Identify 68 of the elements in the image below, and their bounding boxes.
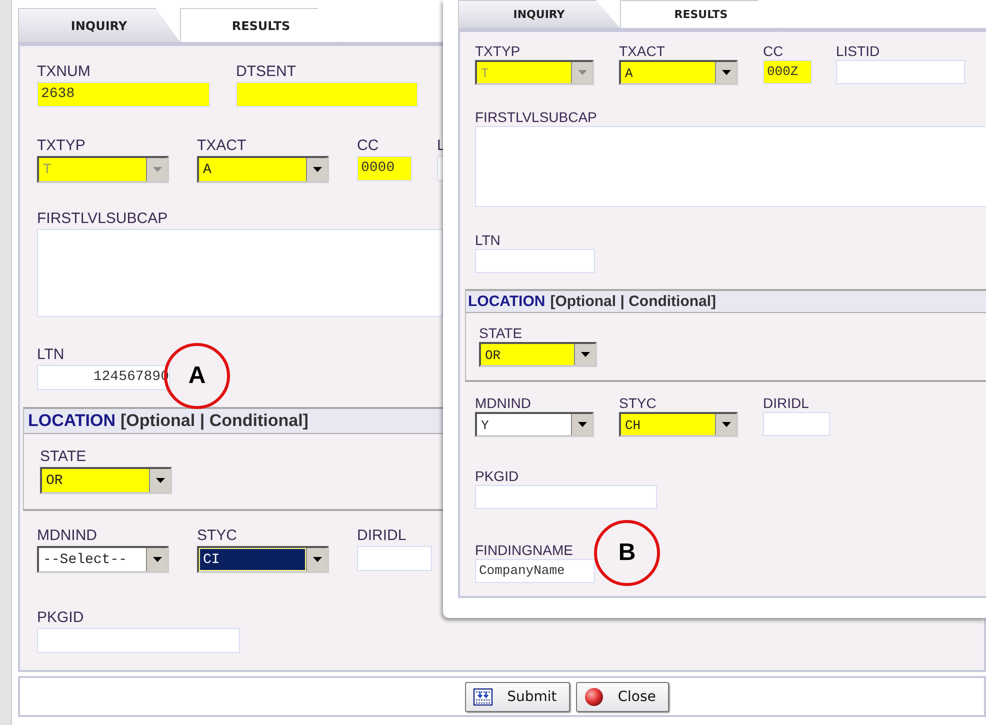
text-field[interactable] <box>836 60 965 84</box>
field-label: MDNIND <box>37 526 97 546</box>
field-label: STATE <box>40 447 86 467</box>
tab[interactable]: INQUIRY <box>458 0 620 28</box>
section-subtitle: [Optional | Conditional] <box>120 411 308 430</box>
field-label: LTN <box>475 232 500 249</box>
field-label: TXNUM <box>37 62 90 82</box>
dropdown[interactable]: A <box>197 156 329 183</box>
dropdown[interactable]: CH <box>619 412 738 437</box>
field-label: STATE <box>479 325 522 342</box>
field-label: CC <box>763 43 784 60</box>
section-subtitle: [Optional | Conditional] <box>550 293 716 310</box>
text-field[interactable]: 000Z <box>763 60 812 84</box>
field-label: FIRSTLVLSUBCAP <box>475 109 597 126</box>
field-label: TXACT <box>197 136 246 156</box>
field-label: LTN <box>37 345 64 365</box>
text-field[interactable] <box>357 546 432 571</box>
field-label: STYC <box>619 395 656 412</box>
text-field[interactable] <box>763 412 830 436</box>
sphere-icon <box>584 686 604 706</box>
dropdown[interactable]: OR <box>479 342 597 367</box>
tab[interactable]: RESULTS <box>180 8 342 42</box>
field-label: STYC <box>197 526 238 546</box>
section-title: LOCATION <box>28 411 116 430</box>
caret-icon <box>312 557 322 562</box>
field-label: TXACT <box>619 43 665 60</box>
dropdown[interactable]: A <box>619 60 738 85</box>
text-field[interactable]: CompanyName <box>475 559 595 583</box>
caret-icon <box>156 478 164 483</box>
dropdown[interactable]: --Select-- <box>37 546 169 573</box>
text-area[interactable] <box>475 126 986 207</box>
field-label: CC <box>357 136 379 156</box>
caret-icon <box>722 70 730 75</box>
field-label: MDNIND <box>475 395 531 412</box>
callout-marker: B <box>594 520 660 586</box>
caret-icon <box>152 167 162 172</box>
field-label: TXTYP <box>37 136 86 156</box>
keyboard-icon <box>473 688 494 706</box>
text-field[interactable]: 2638 <box>37 82 210 107</box>
text-field[interactable] <box>37 628 240 653</box>
field-label: TXTYP <box>475 43 520 60</box>
field-label: PKGID <box>475 468 519 485</box>
dropdown[interactable]: CI <box>197 546 329 573</box>
text-field[interactable] <box>475 249 595 273</box>
field-label: DTSENT <box>236 62 296 82</box>
action-button[interactable]: Submit <box>465 682 570 712</box>
caret-icon <box>578 422 586 427</box>
field-label: DIRIDL <box>763 395 809 412</box>
tab[interactable]: INQUIRY <box>18 8 180 42</box>
caret-icon <box>580 352 590 357</box>
tab[interactable]: RESULTS <box>620 0 782 28</box>
section-title: LOCATION <box>468 293 546 310</box>
dropdown[interactable]: Y <box>475 412 594 437</box>
field-label: FIRSTLVLSUBCAP <box>37 209 168 229</box>
field-label: FINDINGNAME <box>475 542 573 559</box>
dropdown[interactable]: OR <box>40 467 172 494</box>
caret-icon <box>312 167 322 172</box>
text-area[interactable] <box>37 229 443 317</box>
field-label: DIRIDL <box>357 526 406 546</box>
caret-icon <box>722 422 730 427</box>
text-field[interactable]: 0000 <box>357 156 412 181</box>
action-button[interactable]: Close <box>576 682 669 712</box>
field-label: LISTID <box>836 43 880 60</box>
field-label: PKGID <box>37 608 84 628</box>
caret-icon <box>578 70 586 75</box>
text-field[interactable] <box>475 485 657 509</box>
text-field[interactable] <box>236 82 418 107</box>
caret-icon <box>152 557 162 562</box>
